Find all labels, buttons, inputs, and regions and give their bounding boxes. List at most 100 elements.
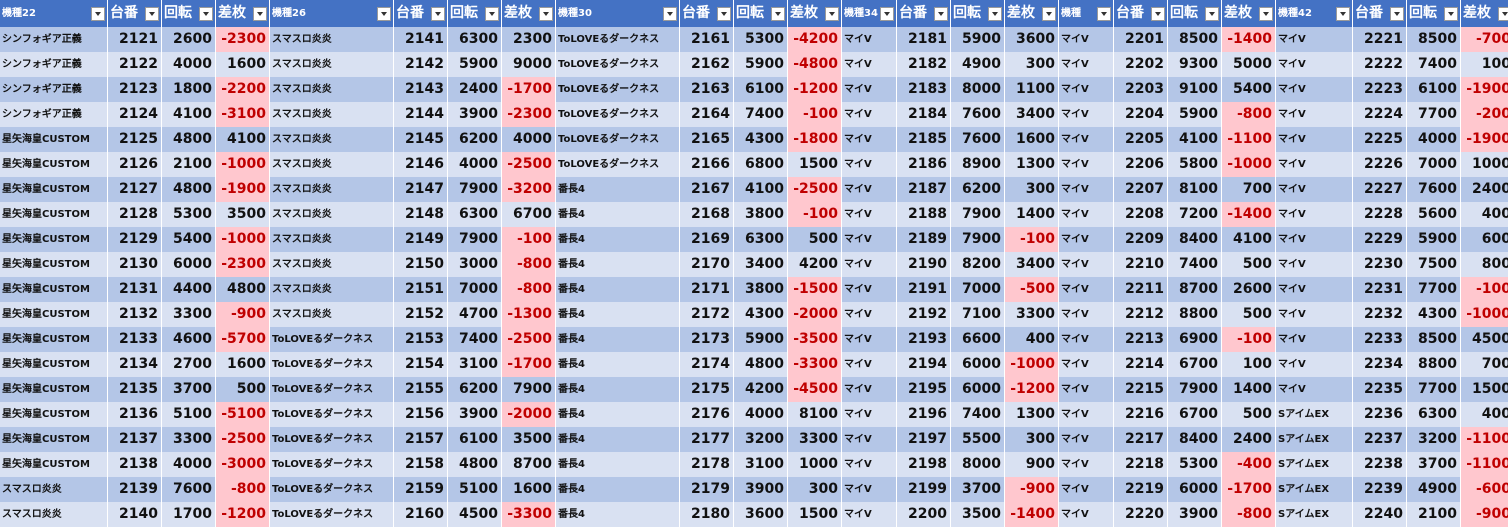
cell-id[interactable]: 2172 (680, 302, 734, 327)
cell-id[interactable]: 2148 (394, 202, 448, 227)
cell-spins[interactable]: 6600 (951, 327, 1005, 352)
cell-machine[interactable]: マイV (842, 402, 897, 427)
cell-diff[interactable]: -2300 (216, 27, 270, 52)
filter-dropdown-icon[interactable] (1336, 7, 1350, 21)
cell-id[interactable]: 2151 (394, 277, 448, 302)
cell-diff[interactable]: 4100 (1222, 227, 1276, 252)
cell-id[interactable]: 2165 (680, 127, 734, 152)
header-id-6[interactable]: 台番 (1353, 0, 1407, 27)
cell-diff[interactable]: -1900 (1461, 77, 1508, 102)
cell-machine[interactable]: 番長4 (556, 377, 680, 402)
cell-machine[interactable]: マイV (842, 327, 897, 352)
cell-machine[interactable]: 星矢海皇CUSTOM (0, 402, 108, 427)
cell-id[interactable]: 2122 (108, 52, 162, 77)
cell-spins[interactable]: 6100 (734, 77, 788, 102)
cell-id[interactable]: 2217 (1114, 427, 1168, 452)
filter-dropdown-icon[interactable] (431, 7, 445, 21)
cell-spins[interactable]: 7700 (1407, 377, 1461, 402)
cell-machine[interactable]: マイV (1276, 252, 1353, 277)
cell-id[interactable]: 2154 (394, 352, 448, 377)
cell-id[interactable]: 2228 (1353, 202, 1407, 227)
cell-id[interactable]: 2193 (897, 327, 951, 352)
cell-diff[interactable]: -5100 (216, 402, 270, 427)
cell-id[interactable]: 2209 (1114, 227, 1168, 252)
cell-id[interactable]: 2127 (108, 177, 162, 202)
cell-machine[interactable]: スマスロ炎炎 (270, 102, 394, 127)
cell-diff[interactable]: -5700 (216, 327, 270, 352)
cell-diff[interactable]: -100 (502, 227, 556, 252)
header-machine-2[interactable]: 機種26 (270, 0, 394, 27)
cell-id[interactable]: 2201 (1114, 27, 1168, 52)
cell-id[interactable]: 2137 (108, 427, 162, 452)
cell-spins[interactable]: 7400 (951, 402, 1005, 427)
cell-spins[interactable]: 6200 (951, 177, 1005, 202)
cell-id[interactable]: 2229 (1353, 227, 1407, 252)
cell-machine[interactable]: SアイムEX (1276, 502, 1353, 527)
cell-spins[interactable]: 5400 (162, 227, 216, 252)
cell-id[interactable]: 2179 (680, 477, 734, 502)
cell-diff[interactable]: 4200 (788, 252, 842, 277)
cell-spins[interactable]: 6200 (448, 127, 502, 152)
cell-id[interactable]: 2181 (897, 27, 951, 52)
cell-diff[interactable]: -1100 (1461, 452, 1508, 477)
cell-diff[interactable]: -1200 (216, 502, 270, 527)
cell-spins[interactable]: 5900 (1407, 227, 1461, 252)
cell-machine[interactable]: ToLOVEるダークネス (270, 377, 394, 402)
cell-spins[interactable]: 4500 (448, 502, 502, 527)
cell-id[interactable]: 2132 (108, 302, 162, 327)
cell-diff[interactable]: 1000 (1461, 152, 1508, 177)
cell-spins[interactable]: 8000 (951, 452, 1005, 477)
cell-id[interactable]: 2206 (1114, 152, 1168, 177)
cell-spins[interactable]: 3600 (734, 502, 788, 527)
cell-diff[interactable]: -100 (1222, 327, 1276, 352)
cell-machine[interactable]: 星矢海皇CUSTOM (0, 377, 108, 402)
cell-spins[interactable]: 5900 (951, 27, 1005, 52)
cell-diff[interactable]: 800 (1461, 252, 1508, 277)
cell-spins[interactable]: 6000 (162, 252, 216, 277)
cell-diff[interactable]: -800 (216, 477, 270, 502)
cell-machine[interactable]: マイV (1276, 102, 1353, 127)
cell-id[interactable]: 2218 (1114, 452, 1168, 477)
cell-spins[interactable]: 7200 (1168, 202, 1222, 227)
cell-id[interactable]: 2211 (1114, 277, 1168, 302)
cell-spins[interactable]: 5600 (1407, 202, 1461, 227)
cell-id[interactable]: 2149 (394, 227, 448, 252)
cell-diff[interactable]: 500 (216, 377, 270, 402)
cell-diff[interactable]: 2300 (502, 27, 556, 52)
cell-id[interactable]: 2184 (897, 102, 951, 127)
cell-id[interactable]: 2139 (108, 477, 162, 502)
cell-machine[interactable]: 星矢海皇CUSTOM (0, 127, 108, 152)
cell-machine[interactable]: 星矢海皇CUSTOM (0, 427, 108, 452)
cell-id[interactable]: 2161 (680, 27, 734, 52)
cell-diff[interactable]: -1700 (502, 352, 556, 377)
cell-diff[interactable]: 3300 (788, 427, 842, 452)
cell-diff[interactable]: 4100 (216, 127, 270, 152)
cell-spins[interactable]: 3400 (734, 252, 788, 277)
cell-spins[interactable]: 5800 (1168, 152, 1222, 177)
cell-id[interactable]: 2128 (108, 202, 162, 227)
cell-machine[interactable]: ToLOVEるダークネス (270, 452, 394, 477)
cell-diff[interactable]: 300 (1005, 177, 1059, 202)
cell-diff[interactable]: 900 (1005, 452, 1059, 477)
cell-machine[interactable]: スマスロ炎炎 (270, 252, 394, 277)
cell-machine[interactable]: ToLOVEるダークネス (556, 127, 680, 152)
cell-diff[interactable]: -1000 (216, 227, 270, 252)
cell-spins[interactable]: 5900 (734, 52, 788, 77)
cell-id[interactable]: 2130 (108, 252, 162, 277)
filter-dropdown-icon[interactable] (1390, 7, 1404, 21)
header-spins-3[interactable]: 回転 (734, 0, 788, 27)
cell-spins[interactable]: 4800 (734, 352, 788, 377)
cell-spins[interactable]: 3900 (734, 477, 788, 502)
cell-spins[interactable]: 3700 (162, 377, 216, 402)
cell-spins[interactable]: 4300 (1407, 302, 1461, 327)
cell-id[interactable]: 2140 (108, 502, 162, 527)
cell-id[interactable]: 2219 (1114, 477, 1168, 502)
cell-machine[interactable]: SアイムEX (1276, 452, 1353, 477)
cell-id[interactable]: 2133 (108, 327, 162, 352)
cell-machine[interactable]: マイV (842, 177, 897, 202)
cell-diff[interactable]: -3500 (788, 327, 842, 352)
cell-id[interactable]: 2213 (1114, 327, 1168, 352)
cell-machine[interactable]: スマスロ炎炎 (270, 152, 394, 177)
cell-id[interactable]: 2202 (1114, 52, 1168, 77)
cell-machine[interactable]: ToLOVEるダークネス (270, 502, 394, 527)
